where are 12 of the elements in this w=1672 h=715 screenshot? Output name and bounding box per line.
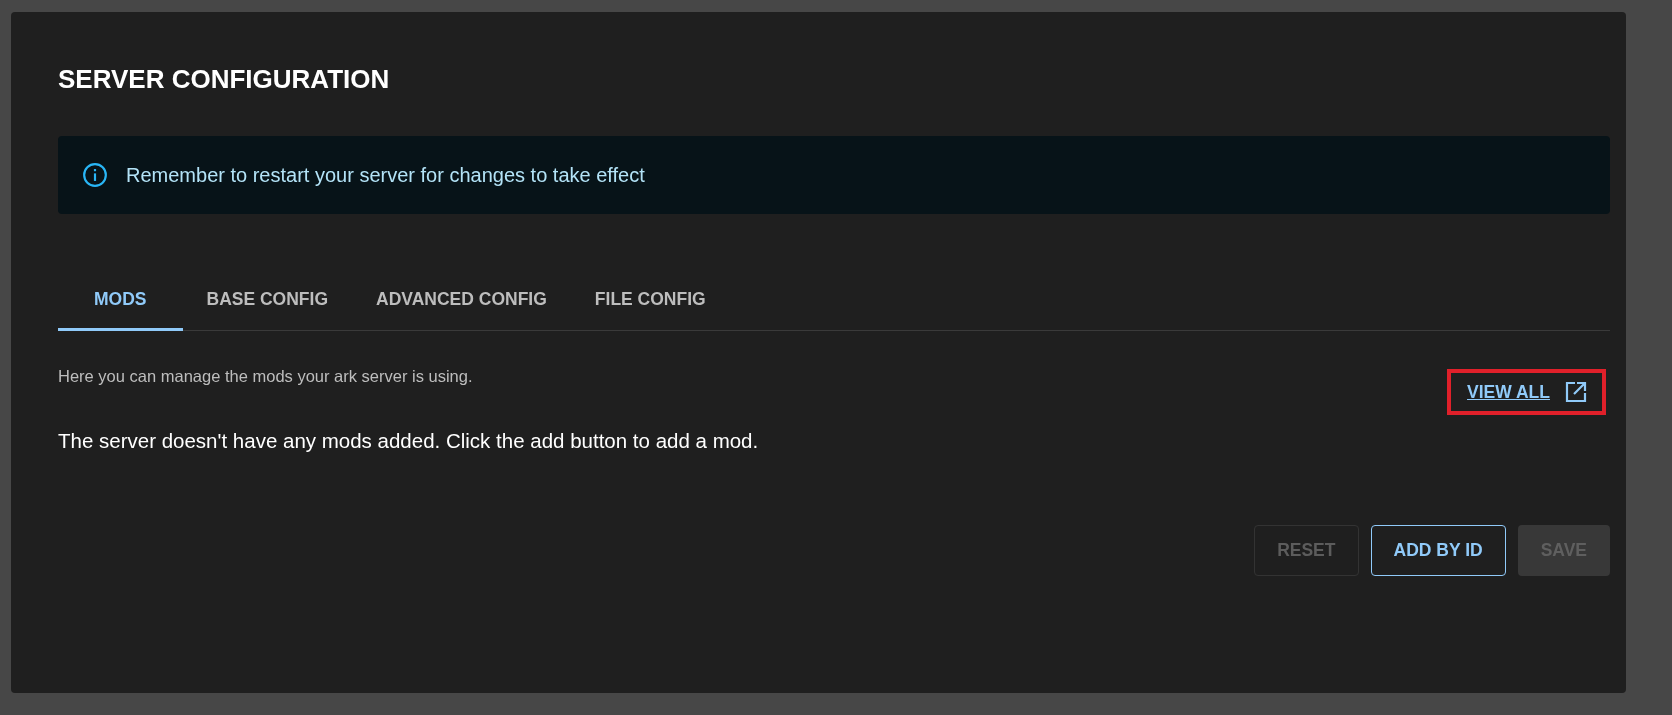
tab[interactable]: ADVANCED CONFIG xyxy=(352,270,571,331)
tab[interactable]: MODS xyxy=(58,270,183,331)
tab[interactable]: BASE CONFIG xyxy=(182,270,353,331)
description-text: Here you can manage the mods your ark server is using. xyxy=(58,367,473,386)
page-title: SERVER CONFIGURATION xyxy=(58,64,391,96)
external-link-icon[interactable] xyxy=(1564,380,1588,404)
empty-message: The server doesn't have any mods added. Click the add button to add a mod. xyxy=(58,429,760,453)
alert-message: Remember to restart your server for changes to take effect xyxy=(126,163,645,187)
tab[interactable]: FILE CONFIG xyxy=(570,270,730,331)
info-icon xyxy=(82,162,108,188)
view-all-link[interactable]: VIEW ALL xyxy=(1467,381,1550,403)
action-button[interactable]: ADD BY ID xyxy=(1370,525,1506,576)
